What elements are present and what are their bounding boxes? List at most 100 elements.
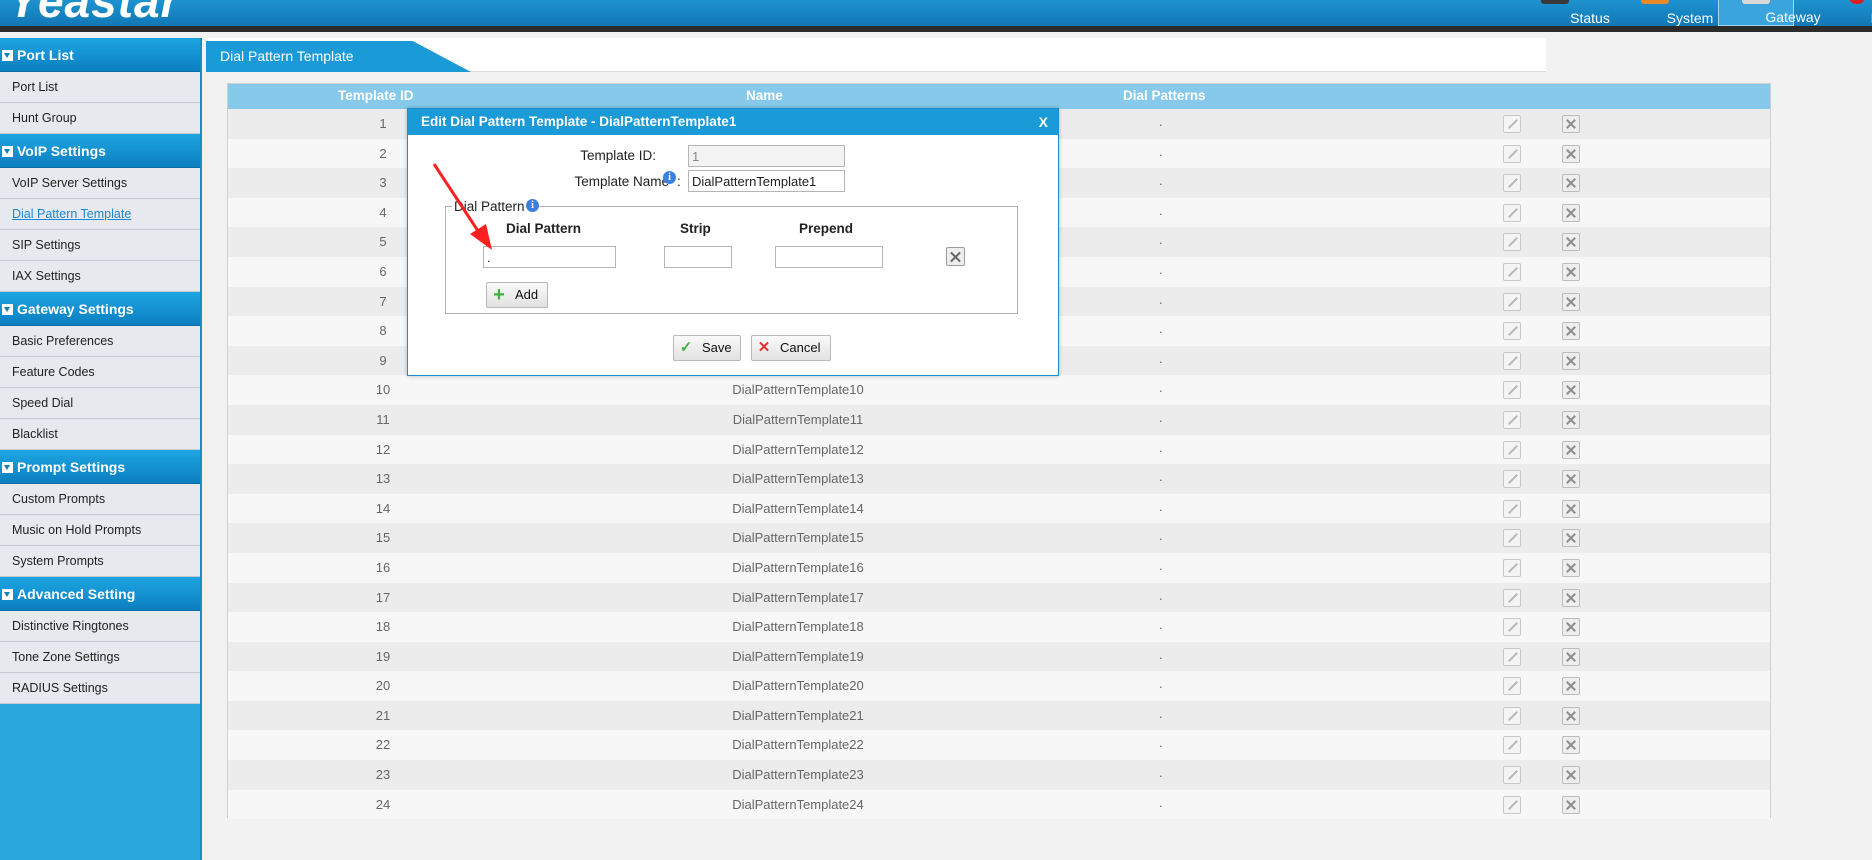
sidebar-item-basic-preferences[interactable]: Basic Preferences	[0, 326, 200, 357]
sidebar-item-sip-settings[interactable]: SIP Settings	[0, 230, 200, 261]
edit-icon[interactable]	[1503, 470, 1521, 489]
delete-icon[interactable]	[1562, 262, 1580, 281]
sidebar-item-radius-settings[interactable]: RADIUS Settings	[0, 673, 200, 704]
sidebar-item-speed-dial[interactable]: Speed Dial	[0, 388, 200, 419]
nav-logout[interactable]: Logout	[1822, 0, 1872, 26]
edit-icon[interactable]	[1503, 706, 1521, 725]
template-name-cell: DialPatternTemplate23	[732, 767, 864, 783]
edit-icon[interactable]	[1503, 795, 1521, 814]
sidebar-item-hunt-group[interactable]: Hunt Group	[0, 103, 200, 134]
template-id-cell: 11	[376, 411, 390, 427]
delete-icon[interactable]	[1562, 499, 1580, 518]
save-button[interactable]: ✓ Save	[673, 335, 741, 361]
delete-icon[interactable]	[1562, 351, 1580, 370]
delete-icon[interactable]	[1562, 144, 1580, 163]
delete-icon[interactable]	[1562, 410, 1580, 429]
edit-icon[interactable]	[1503, 322, 1521, 341]
delete-icon[interactable]	[1562, 677, 1580, 696]
delete-icon[interactable]	[1562, 292, 1580, 311]
sidebar-section-port-list[interactable]: Port List	[0, 38, 200, 72]
sidebar-section-prompt-settings[interactable]: Prompt Settings	[0, 450, 200, 484]
delete-icon[interactable]	[1562, 558, 1580, 577]
delete-icon[interactable]	[1562, 766, 1580, 785]
edit-icon[interactable]	[1503, 292, 1521, 311]
info-icon[interactable]: i	[663, 171, 676, 184]
sidebar-item-blacklist[interactable]: Blacklist	[0, 419, 200, 450]
edit-icon[interactable]	[1503, 174, 1521, 193]
nav-system[interactable]: System	[1620, 0, 1713, 26]
delete-pattern-icon[interactable]	[946, 247, 965, 266]
delete-icon[interactable]	[1562, 618, 1580, 637]
edit-icon[interactable]	[1503, 677, 1521, 696]
edit-icon[interactable]	[1503, 410, 1521, 429]
nav-status[interactable]: Status	[1520, 0, 1610, 26]
edit-icon[interactable]	[1503, 588, 1521, 607]
edit-icon[interactable]	[1503, 262, 1521, 281]
sidebar-item-label: Feature Codes	[12, 365, 95, 379]
edit-icon[interactable]	[1503, 440, 1521, 459]
info-icon[interactable]: i	[526, 199, 539, 212]
close-button[interactable]: X	[1039, 109, 1048, 135]
delete-icon[interactable]	[1562, 647, 1580, 666]
edit-icon[interactable]	[1503, 381, 1521, 400]
delete-icon[interactable]	[1562, 233, 1580, 252]
delete-icon[interactable]	[1562, 381, 1580, 400]
dial-pattern-input[interactable]	[483, 246, 616, 268]
edit-icon[interactable]	[1503, 203, 1521, 222]
edit-icon[interactable]	[1503, 736, 1521, 755]
cancel-button[interactable]: ✕ Cancel	[751, 335, 831, 361]
sidebar-item-system-prompts[interactable]: System Prompts	[0, 546, 200, 577]
sidebar-item-distinctive-ringtones[interactable]: Distinctive Ringtones	[0, 611, 200, 642]
template-name-cell: DialPatternTemplate24	[732, 796, 864, 812]
delete-icon[interactable]	[1562, 115, 1580, 133]
delete-icon[interactable]	[1562, 203, 1580, 222]
delete-icon[interactable]	[1562, 736, 1580, 755]
template-id-cell: 23	[375, 767, 391, 783]
dial-patterns-cell: .	[1159, 469, 1163, 485]
edit-icon[interactable]	[1503, 233, 1521, 252]
save-button-label: Save	[702, 340, 732, 355]
sidebar-item-iax-settings[interactable]: IAX Settings	[0, 261, 200, 292]
sidebar-item-port-list[interactable]: Port List	[0, 72, 200, 103]
delete-icon[interactable]	[1562, 440, 1580, 459]
delete-icon[interactable]	[1562, 529, 1580, 548]
sidebar-item-custom-prompts[interactable]: Custom Prompts	[0, 484, 200, 515]
collapse-triangle-icon	[2, 462, 13, 473]
sidebar-item-dial-pattern-template[interactable]: Dial Pattern Template	[0, 199, 200, 230]
edit-icon[interactable]	[1503, 558, 1521, 577]
sidebar-section-advanced-setting[interactable]: Advanced Setting	[0, 577, 200, 611]
edit-icon[interactable]	[1503, 647, 1521, 666]
delete-icon[interactable]	[1562, 470, 1580, 489]
tab-dial-pattern-template[interactable]: Dial Pattern Template	[206, 41, 471, 72]
sidebar-item-feature-codes[interactable]: Feature Codes	[0, 357, 200, 388]
edit-icon[interactable]	[1503, 144, 1521, 163]
edit-icon[interactable]	[1503, 529, 1521, 548]
template-name-label: Template Name	[574, 174, 669, 189]
sidebar-item-voip-server-settings[interactable]: VoIP Server Settings	[0, 168, 200, 199]
template-id-cell: 7	[379, 293, 387, 309]
delete-icon[interactable]	[1562, 795, 1580, 814]
sidebar-section-voip-settings[interactable]: VoIP Settings	[0, 134, 200, 168]
delete-icon[interactable]	[1562, 322, 1580, 341]
sidebar-section-gateway-settings[interactable]: Gateway Settings	[0, 292, 200, 326]
edit-icon[interactable]	[1503, 618, 1521, 637]
prepend-input[interactable]	[775, 246, 883, 268]
table-row: 23 DialPatternTemplate23.	[228, 760, 1770, 790]
template-name-field[interactable]	[688, 170, 845, 192]
edit-icon[interactable]	[1503, 115, 1521, 133]
add-pattern-button[interactable]: + Add	[486, 282, 548, 308]
sidebar-item-tone-zone-settings[interactable]: Tone Zone Settings	[0, 642, 200, 673]
nav-gateway[interactable]: Gateway	[1718, 0, 1821, 26]
edit-icon[interactable]	[1503, 499, 1521, 518]
sidebar-item-music-on-hold-prompts[interactable]: Music on Hold Prompts	[0, 515, 200, 546]
checkmark-icon: ✓	[679, 339, 693, 356]
strip-input[interactable]	[664, 246, 732, 268]
delete-icon[interactable]	[1562, 588, 1580, 607]
delete-icon[interactable]	[1562, 174, 1580, 193]
annotation-arrow-icon	[432, 163, 492, 250]
edit-icon[interactable]	[1503, 766, 1521, 785]
dial-patterns-cell: .	[1159, 321, 1163, 337]
delete-icon[interactable]	[1562, 706, 1580, 725]
template-id-field[interactable]	[688, 145, 845, 167]
edit-icon[interactable]	[1503, 351, 1521, 370]
